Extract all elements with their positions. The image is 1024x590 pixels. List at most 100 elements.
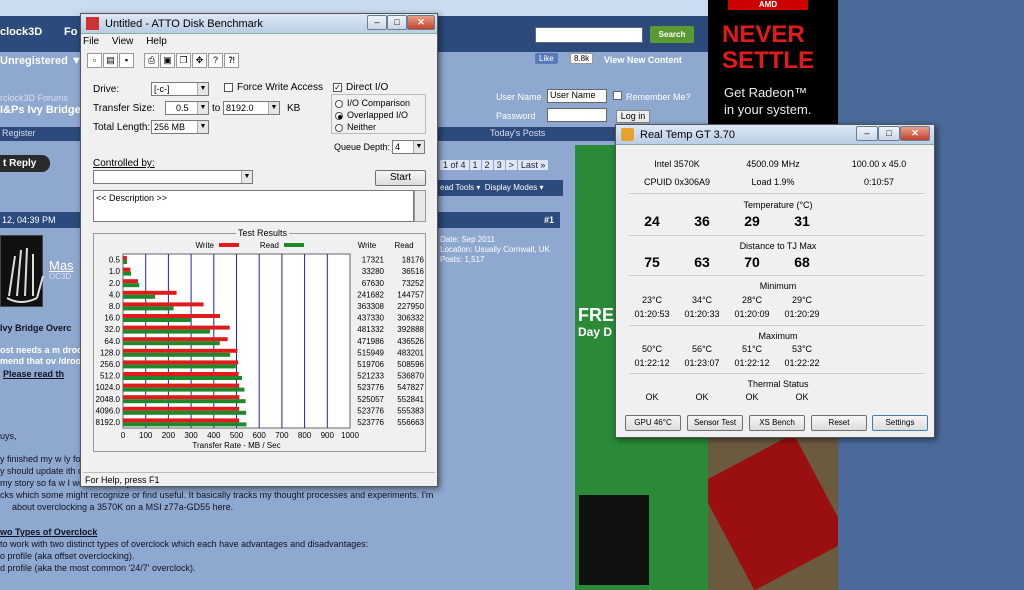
- user-title: OC3D: [49, 272, 72, 281]
- write-bar: [123, 360, 239, 365]
- maximize-button[interactable]: □: [387, 15, 407, 30]
- post-username[interactable]: Mas: [49, 258, 74, 273]
- close-button[interactable]: ✕: [900, 126, 930, 141]
- display-modes-menu[interactable]: Display Modes ▾: [485, 183, 544, 192]
- core-distance: 63: [694, 254, 710, 270]
- reset-button[interactable]: Reset: [811, 415, 867, 431]
- gpu-temp-button[interactable]: GPU 46°C: [625, 415, 681, 431]
- x-tick-label: 1000: [341, 431, 359, 440]
- transfer-from-select[interactable]: 0.5 ▼: [165, 101, 209, 115]
- thread-tools-menu[interactable]: ead Tools ▾: [440, 183, 480, 192]
- read-bar: [123, 329, 211, 334]
- open-icon[interactable]: ▤: [103, 53, 118, 68]
- pager-next[interactable]: >: [505, 160, 517, 170]
- io-comparison-radio[interactable]: [335, 100, 343, 108]
- transfer-to-select[interactable]: 8192.0 ▼: [223, 101, 280, 115]
- new-icon[interactable]: ▫: [87, 53, 102, 68]
- drive-select[interactable]: [-c-] ▼: [151, 82, 209, 96]
- help-icon[interactable]: ?: [208, 53, 224, 68]
- start-button[interactable]: Start: [375, 170, 426, 186]
- transfer-from-value: 0.5: [176, 103, 189, 113]
- close-button[interactable]: ✕: [407, 15, 435, 30]
- y-tick-label: 512.0: [100, 372, 121, 381]
- force-write-checkbox[interactable]: [224, 83, 233, 92]
- register-link[interactable]: Register: [2, 128, 36, 138]
- sensor-test-button[interactable]: Sensor Test: [687, 415, 743, 431]
- atto-window[interactable]: Untitled - ATTO Disk Benchmark – □ ✕ Fil…: [80, 13, 438, 487]
- neither-label: Neither: [347, 122, 377, 132]
- facebook-like-button[interactable]: Like: [535, 53, 558, 64]
- description-scrollbar[interactable]: [414, 190, 426, 222]
- menu-help[interactable]: Help: [146, 36, 167, 47]
- write-value-label: 519706: [357, 360, 384, 369]
- temperature-label: Temperature (°C): [743, 200, 813, 210]
- pc-tower-image: [579, 495, 649, 585]
- post-reply-button[interactable]: t Reply: [0, 155, 50, 172]
- write-value-label: 523776: [357, 418, 384, 427]
- realtemp-titlebar[interactable]: Real Temp GT 3.70 – □ ✕: [616, 125, 934, 145]
- post-number[interactable]: #1: [544, 212, 554, 228]
- divider: [629, 373, 925, 374]
- password-label: Password: [496, 111, 536, 121]
- total-length-select[interactable]: 256 MB ▼: [151, 120, 209, 134]
- xs-bench-button[interactable]: XS Bench: [749, 415, 805, 431]
- pager-page[interactable]: 1: [469, 160, 481, 170]
- save-icon[interactable]: ▪: [119, 53, 134, 68]
- cpu-model: Intel 3570K: [654, 159, 700, 169]
- forum-search-button[interactable]: Search: [650, 26, 694, 43]
- write-value-label: 515949: [357, 348, 384, 357]
- unregistered-menu[interactable]: Unregistered ▼: [0, 55, 82, 67]
- pager-last[interactable]: Last »: [517, 160, 549, 170]
- view-new-content-link[interactable]: View New Content: [604, 55, 682, 65]
- forum-search-input[interactable]: [535, 27, 643, 43]
- menu-file[interactable]: File: [83, 36, 99, 47]
- print-preview-icon[interactable]: ▣: [160, 53, 176, 68]
- breadcrumb[interactable]: rclock3D Forums: [0, 93, 68, 103]
- neither-radio[interactable]: [335, 124, 343, 132]
- direct-io-checkbox[interactable]: ✓: [333, 83, 342, 92]
- y-tick-label: 8192.0: [96, 418, 121, 427]
- password-field[interactable]: [547, 108, 607, 122]
- kb-label: KB: [287, 103, 301, 114]
- username-field[interactable]: User Name: [547, 89, 607, 103]
- todays-posts-link[interactable]: Today's Posts: [490, 128, 545, 138]
- minimize-button[interactable]: –: [856, 126, 878, 141]
- forum-brand[interactable]: clock3D: [0, 26, 42, 38]
- atto-titlebar[interactable]: Untitled - ATTO Disk Benchmark – □ ✕: [81, 14, 437, 34]
- write-value-label: 17321: [362, 256, 385, 265]
- write-bar: [123, 290, 177, 295]
- move-icon[interactable]: ✥: [192, 53, 208, 68]
- description-textarea[interactable]: << Description >>: [93, 190, 414, 222]
- y-tick-label: 8.0: [109, 302, 121, 311]
- min-time: 01:20:29: [784, 309, 820, 319]
- menu-view[interactable]: View: [112, 36, 134, 47]
- settings-button[interactable]: Settings: [872, 415, 928, 431]
- print-icon[interactable]: ⎙: [144, 53, 160, 68]
- overlapped-io-radio[interactable]: [335, 112, 343, 120]
- pager-page[interactable]: 3: [493, 160, 505, 170]
- user-posts: Posts: 1,517: [440, 255, 485, 264]
- minimize-button[interactable]: –: [367, 15, 387, 30]
- user-join-date: Date: Sep 2011: [440, 235, 496, 244]
- y-tick-label: 16.0: [104, 314, 120, 323]
- read-bar: [123, 410, 247, 415]
- copy-icon[interactable]: ❐: [176, 53, 192, 68]
- remember-me-checkbox[interactable]: [613, 91, 622, 100]
- realtemp-window[interactable]: Real Temp GT 3.70 – □ ✕ Intel 3570K 4500…: [615, 124, 935, 438]
- legend-read-label: Read: [260, 241, 279, 250]
- x-tick-label: 900: [321, 431, 335, 440]
- login-button[interactable]: Log in: [616, 110, 650, 123]
- pager-page[interactable]: 2: [481, 160, 493, 170]
- read-bar: [123, 283, 140, 288]
- controlled-by-select[interactable]: ▼: [93, 170, 253, 184]
- test-results-group: 0 100 200 300 400 500 600 700 800 900 1000 Transfer…: [93, 233, 426, 452]
- maximize-button[interactable]: □: [878, 126, 900, 141]
- x-tick-label: 600: [253, 431, 267, 440]
- post-line: uys,: [0, 431, 17, 441]
- forum-tab[interactable]: Fo: [64, 26, 77, 38]
- context-help-icon[interactable]: ⁈: [224, 53, 240, 68]
- max-time: 01:22:12: [734, 358, 770, 368]
- write-value-label: 437330: [357, 314, 384, 323]
- post-link[interactable]: Please read th: [3, 369, 64, 380]
- queue-depth-select[interactable]: 4 ▼: [392, 140, 425, 154]
